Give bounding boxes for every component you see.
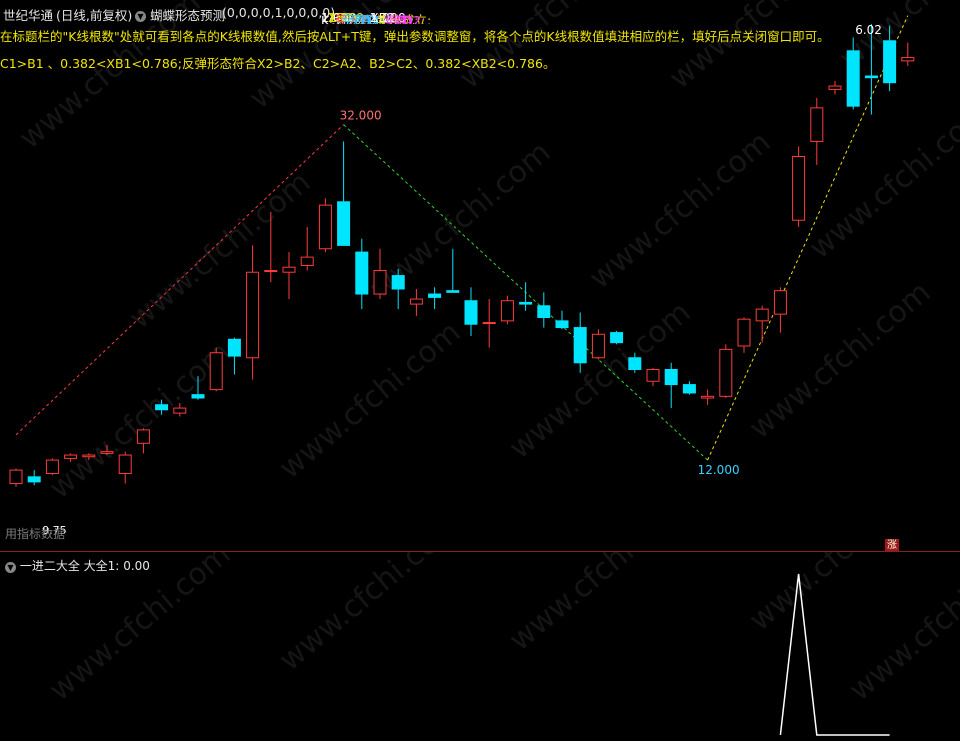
candle[interactable]: [810, 97, 824, 165]
candle[interactable]: [500, 295, 514, 325]
candle[interactable]: [610, 330, 624, 345]
candle[interactable]: [701, 389, 715, 405]
candle[interactable]: [482, 299, 496, 348]
watermark-text: www.cfchi.com: [453, 0, 648, 96]
watermark-text: www.cfchi.com: [243, 0, 438, 116]
candle[interactable]: [227, 337, 241, 375]
sub-indicator-chart: www.cfchi.com www.cfchi.com www.cfchi.com w…: [43, 552, 960, 736]
candle[interactable]: [428, 287, 442, 310]
candle[interactable]: [446, 248, 460, 293]
candle[interactable]: [664, 362, 678, 409]
candle[interactable]: [755, 305, 769, 343]
last-price-label: 6.02: [855, 23, 882, 37]
candle[interactable]: [646, 367, 660, 387]
watermark-text: www.cfchi.com: [273, 552, 468, 678]
candle[interactable]: [45, 458, 59, 476]
watermark-text: www.cfchi.com: [843, 552, 960, 708]
candle[interactable]: [318, 198, 332, 253]
candle[interactable]: [27, 470, 41, 486]
candle[interactable]: [464, 287, 478, 336]
watermark-text: www.cfchi.com: [43, 335, 238, 506]
watermark-text: www.cfchi.com: [273, 315, 468, 486]
candle[interactable]: [682, 381, 696, 395]
candle[interactable]: [409, 288, 423, 316]
candle[interactable]: [118, 451, 132, 484]
candle[interactable]: [246, 245, 260, 380]
candle[interactable]: [828, 81, 842, 95]
watermark-text: www.cfchi.com: [13, 0, 208, 156]
candle[interactable]: [555, 310, 569, 330]
watermark-text: www.cfchi.com: [583, 125, 778, 296]
candle[interactable]: [719, 344, 733, 399]
watermark-text: www.cfchi.com: [743, 275, 938, 446]
candle[interactable]: [792, 146, 806, 227]
high-price-label: 32.000: [340, 109, 382, 123]
candle[interactable]: [773, 287, 787, 333]
watermark-text: www.cfchi.com: [503, 552, 698, 658]
low-price-label: 12.000: [698, 463, 740, 477]
candle[interactable]: [573, 312, 587, 373]
watermark-text: www.cfchi.com: [123, 165, 318, 336]
candle[interactable]: [901, 42, 915, 66]
candle[interactable]: [300, 226, 314, 271]
candle[interactable]: [282, 252, 296, 300]
candle[interactable]: [737, 317, 751, 353]
candle[interactable]: [373, 248, 387, 300]
candle[interactable]: [337, 141, 351, 246]
candle[interactable]: [355, 238, 369, 310]
watermark-text: www.cfchi.com: [43, 552, 238, 708]
sub-indicator-panel: ▼ 一进二大全 大全1: 0.00 www.cfchi.com www.cfchi…: [0, 551, 960, 741]
candle[interactable]: [9, 468, 23, 487]
candle[interactable]: [136, 428, 150, 454]
candle[interactable]: [591, 329, 605, 360]
overlay-data-label: 用指标数据: [5, 526, 65, 541]
candle[interactable]: [537, 292, 551, 328]
candlestick-chart[interactable]: www.cfchi.com www.cfchi.com www.cfchi.com w…: [0, 0, 960, 550]
watermark-text: www.cfchi.com: [663, 0, 858, 96]
watermark-text: www.cfchi.com: [803, 95, 960, 266]
candle[interactable]: [209, 347, 223, 392]
